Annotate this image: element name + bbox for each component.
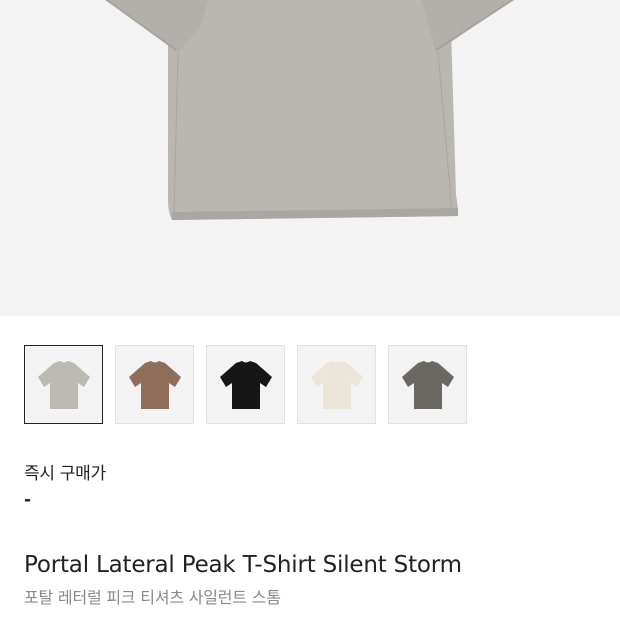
tshirt-icon <box>128 360 181 409</box>
price-value: - <box>24 490 32 510</box>
price-label: 즉시 구매가 <box>24 464 106 484</box>
tshirt-icon <box>401 360 454 409</box>
product-title: Portal Lateral Peak T-Shirt Silent Storm <box>24 552 462 578</box>
thumb-black[interactable] <box>206 345 285 424</box>
product-subtitle: 포탈 레터럴 피크 티셔츠 사일런트 스톰 <box>24 588 281 607</box>
thumb-grey[interactable] <box>24 345 103 424</box>
tshirt-icon <box>37 360 90 409</box>
thumb-ivory[interactable] <box>297 345 376 424</box>
thumb-brown[interactable] <box>115 345 194 424</box>
tshirt-image <box>105 0 515 220</box>
thumb-charcoal[interactable] <box>388 345 467 424</box>
product-page: 즉시 구매가 - Portal Lateral Peak T-Shirt Sil… <box>0 0 620 620</box>
color-thumbnail-list <box>24 345 467 425</box>
tshirt-icon <box>310 360 363 409</box>
tshirt-icon <box>219 360 272 409</box>
product-main-image[interactable] <box>0 0 620 316</box>
